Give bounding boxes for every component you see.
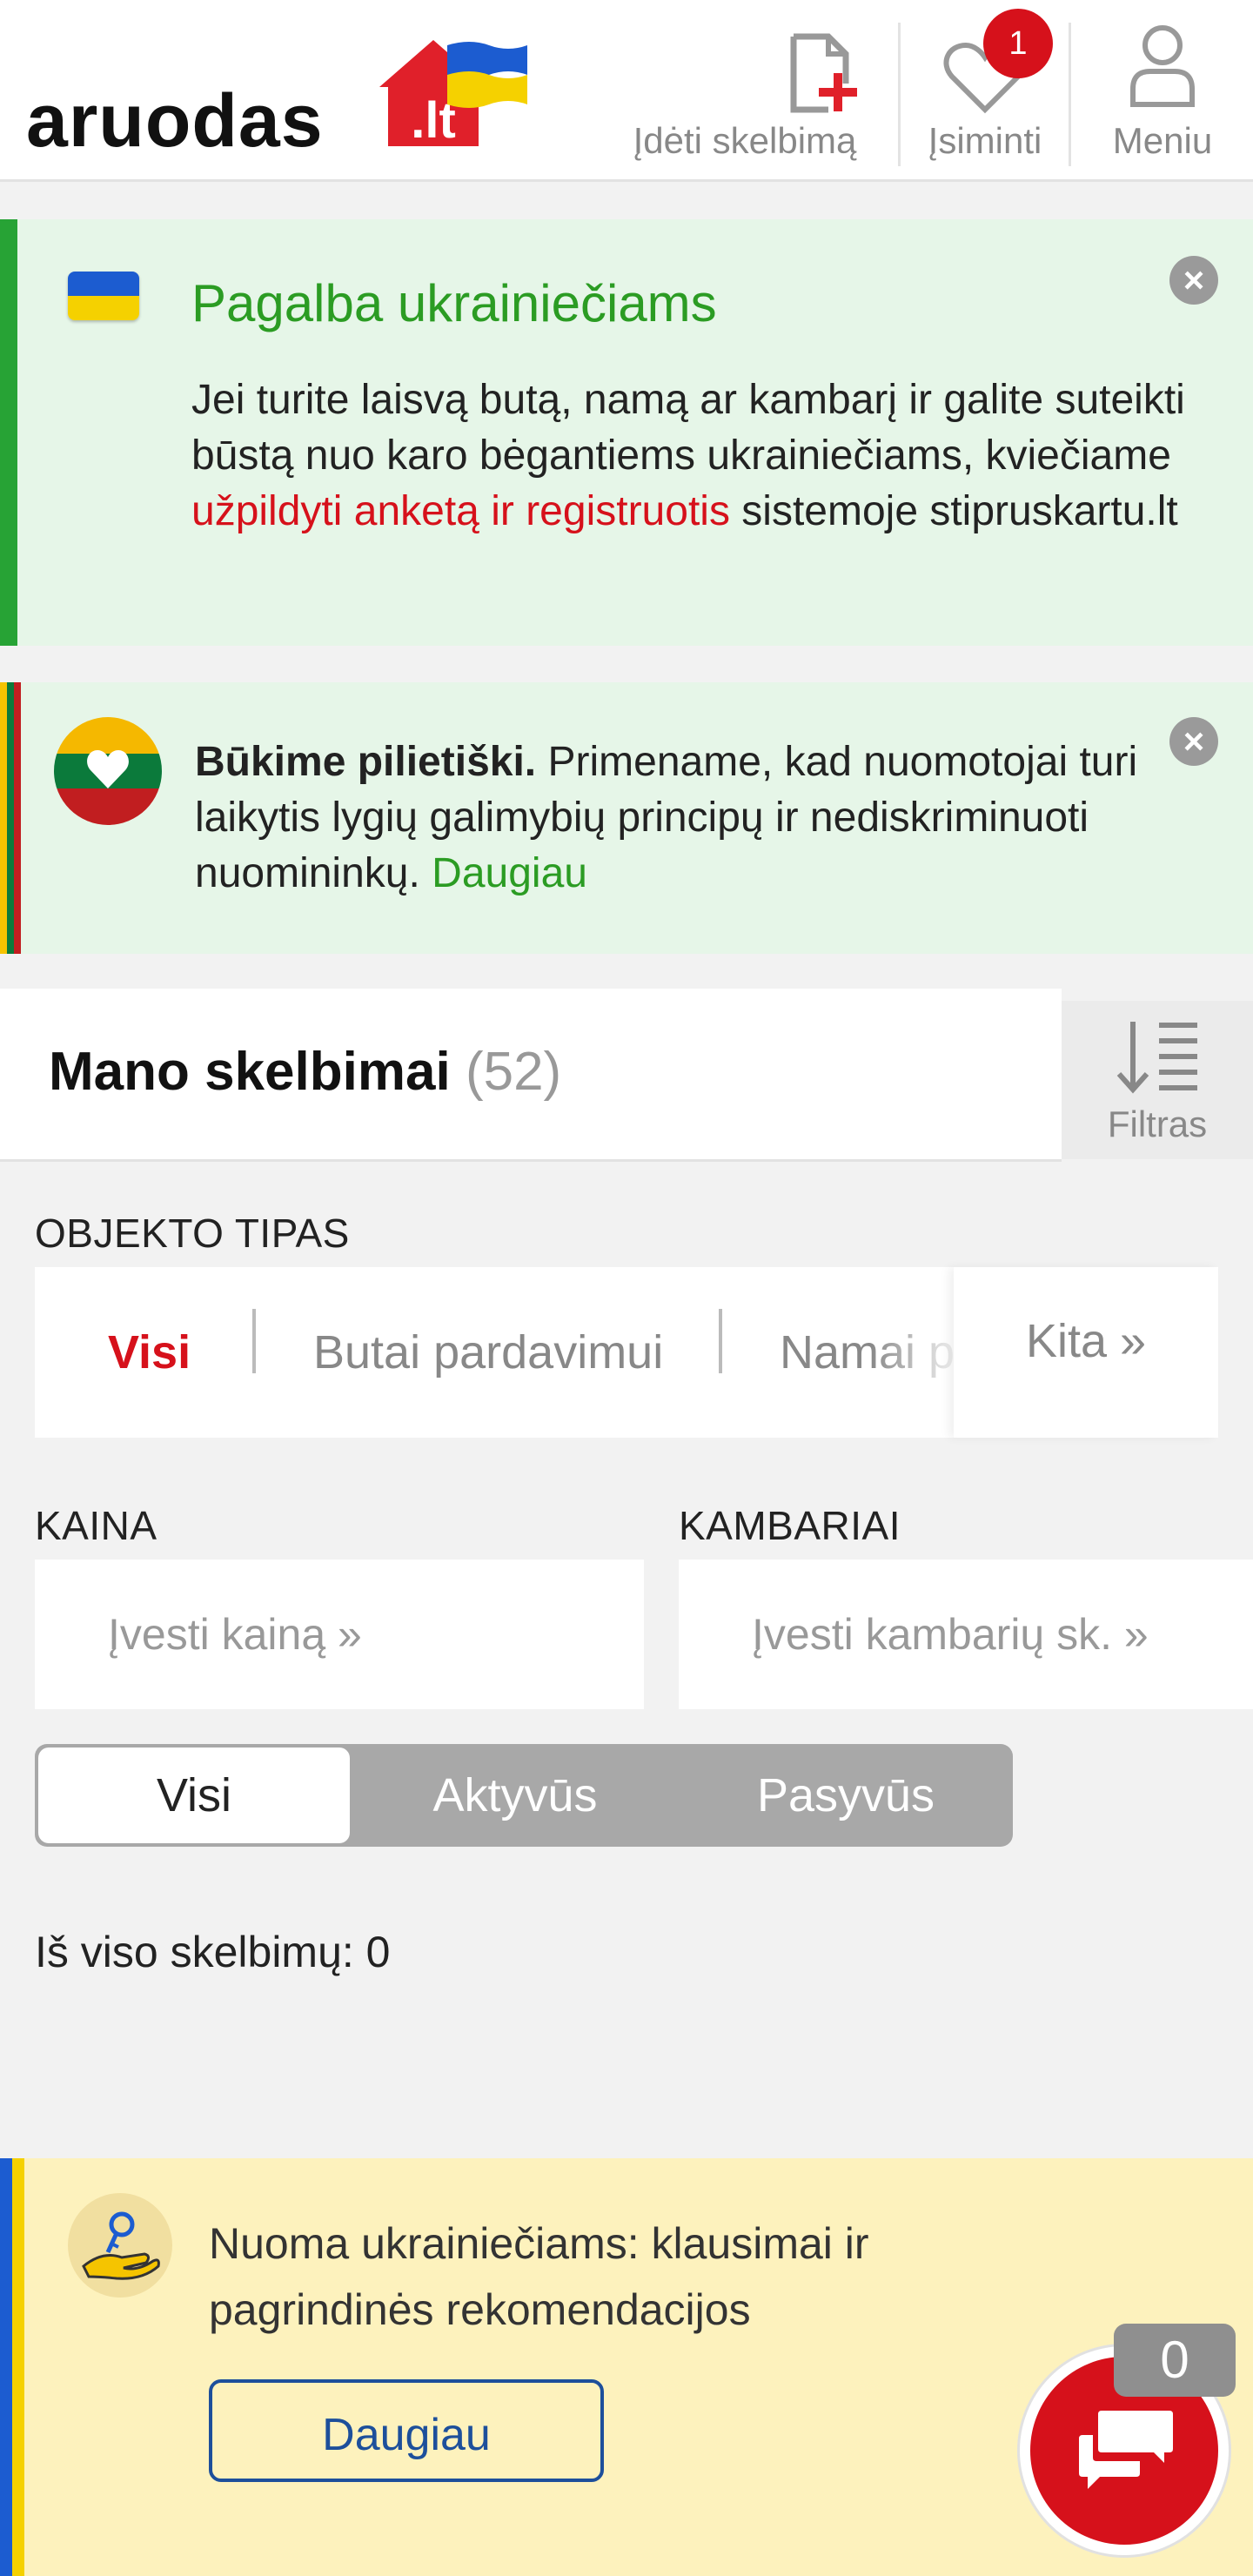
- notice-bold-text: Būkime pilietiški.: [195, 739, 537, 785]
- object-type-label: OBJEKTO TIPAS: [35, 1211, 350, 1256]
- sort-filter-icon: [1116, 1022, 1197, 1094]
- listing-count: (52): [465, 1042, 562, 1102]
- ukraine-flag-icon: [68, 272, 139, 320]
- site-logo[interactable]: aruodas .lt: [26, 40, 531, 158]
- add-document-icon: [790, 33, 857, 113]
- status-tab-active[interactable]: Aktyvūs: [350, 1744, 680, 1847]
- status-segmented-control: Visi Aktyvūs Pasyvūs: [35, 1744, 1013, 1847]
- notice-text: Jei turite laisvą butą, namą ar kambarį …: [191, 377, 1185, 479]
- filter-button[interactable]: Filtras: [1062, 1001, 1253, 1159]
- listings-header: Mano skelbimai (52): [0, 989, 1062, 1162]
- type-option-all[interactable]: Visi: [108, 1267, 191, 1438]
- notice-body: Jei turite laisvą butą, namą ar kambarį …: [191, 372, 1192, 540]
- status-tab-all[interactable]: Visi: [38, 1744, 350, 1847]
- rooms-placeholder: Įvesti kambarių sk. »: [752, 1610, 1149, 1659]
- price-label: KAINA: [35, 1503, 157, 1548]
- logo-wordmark: aruodas: [26, 79, 324, 163]
- type-separator: [719, 1309, 722, 1373]
- notice-text: sistemoje stipruskartu.lt: [729, 488, 1178, 534]
- saved-count-badge: 1: [983, 9, 1053, 78]
- ukraine-help-notice: Pagalba ukrainiečiams Jei turite laisvą …: [0, 219, 1253, 646]
- add-listing-button[interactable]: Įdėti skelbimą: [620, 17, 870, 165]
- total-listings: Iš viso skelbimų: 0: [35, 1928, 391, 1976]
- status-tab-passive[interactable]: Pasyvūs: [680, 1744, 1011, 1847]
- user-icon: [1130, 25, 1195, 107]
- register-link[interactable]: užpildyti anketą ir registruotis: [191, 488, 730, 534]
- price-input[interactable]: Įvesti kainą »: [35, 1560, 644, 1709]
- lt-flag-bar: [14, 682, 21, 954]
- notice-body: Būkime pilietiški. Primename, kad nuomot…: [195, 735, 1222, 902]
- close-icon[interactable]: ×: [1169, 256, 1218, 305]
- banner-text: Nuoma ukrainiečiams: klausimai ir pagrin…: [209, 2219, 869, 2334]
- menu-label: Meniu: [1112, 120, 1213, 161]
- lithuania-heart-icon: [54, 717, 162, 825]
- ukraine-flag-bar: [12, 2158, 24, 2576]
- page-title: Mano skelbimai (52): [49, 1041, 561, 1103]
- type-option-flats-sale[interactable]: Butai pardavimui: [313, 1267, 663, 1438]
- page-title-text: Mano skelbimai: [49, 1042, 451, 1102]
- object-type-selector: Visi Butai pardavimui Namai p: [35, 1267, 966, 1438]
- rooms-input[interactable]: Įvesti kambarių sk. »: [679, 1560, 1253, 1709]
- hand-key-icon: [68, 2193, 172, 2298]
- header-divider: [898, 23, 901, 166]
- top-header: aruodas .lt Įdėti skelbimą Įsiminti 1 Me…: [0, 0, 1253, 182]
- ukraine-flag-bar: [0, 2158, 12, 2576]
- notice-title: Pagalba ukrainiečiams: [191, 274, 717, 332]
- lt-flag-bar: [0, 682, 7, 954]
- lt-flag-bar: [7, 682, 14, 954]
- rooms-label: KAMBARIAI: [679, 1503, 901, 1548]
- more-link[interactable]: Daugiau: [432, 850, 587, 896]
- civic-notice: Būkime pilietiški. Primename, kad nuomot…: [0, 682, 1253, 954]
- chat-bubbles-icon: [1079, 2411, 1173, 2489]
- header-divider: [1069, 23, 1071, 166]
- type-more-button[interactable]: Kita »: [954, 1267, 1218, 1438]
- banner-more-button[interactable]: Daugiau: [209, 2379, 604, 2482]
- scroll-fade: [870, 1267, 966, 1438]
- add-listing-label: Įdėti skelbimą: [633, 120, 857, 161]
- type-separator: [252, 1309, 256, 1373]
- filter-label: Filtras: [1107, 1104, 1208, 1144]
- close-icon[interactable]: ×: [1169, 717, 1218, 766]
- price-placeholder: Įvesti kainą »: [108, 1610, 362, 1659]
- notice-accent-bar: [0, 219, 17, 646]
- saved-label: Įsiminti: [928, 120, 1042, 161]
- menu-button[interactable]: Meniu: [1075, 17, 1250, 165]
- ukraine-flag-icon: [444, 40, 531, 111]
- chat-count-badge: 0: [1114, 2324, 1236, 2397]
